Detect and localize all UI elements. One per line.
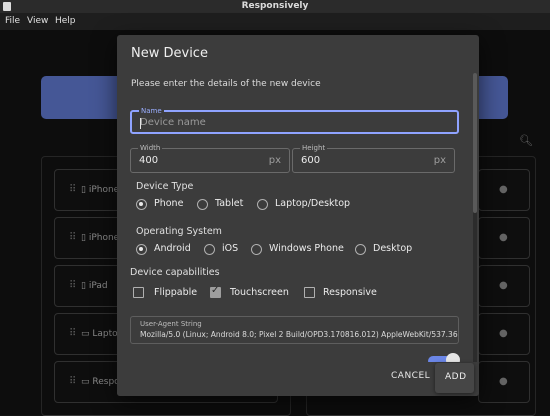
checkbox-flippable[interactable] [133, 287, 144, 298]
device-type-label: Device Type [136, 181, 194, 192]
menu-help[interactable]: Help [55, 16, 76, 26]
radio-windows-phone[interactable] [251, 244, 262, 255]
radio-laptop-desktop-label[interactable]: Laptop/Desktop [275, 198, 350, 209]
width-field[interactable]: Width 400 px [130, 143, 290, 173]
checkbox-responsive-label[interactable]: Responsive [323, 287, 377, 298]
width-value[interactable]: 400 [139, 155, 158, 166]
checkbox-touchscreen-label[interactable]: Touchscreen [230, 287, 289, 298]
operating-system-label: Operating System [136, 226, 222, 237]
user-agent-value[interactable]: Mozilla/5.0 (Linux; Android 8.0; Pixel 2… [140, 330, 458, 339]
width-unit: px [268, 155, 281, 166]
dialog-title: New Device [131, 46, 208, 61]
radio-desktop[interactable] [355, 244, 366, 255]
scrollbar-thumb[interactable] [473, 73, 477, 213]
checkbox-responsive[interactable] [304, 287, 315, 298]
menu-file[interactable]: File [5, 16, 20, 26]
new-device-dialog: New Device Please enter the details of t… [117, 35, 479, 396]
title-bar: Responsively [0, 0, 550, 13]
device-name-label: Name [139, 106, 164, 116]
dialog-subtitle: Please enter the details of the new devi… [131, 79, 321, 89]
height-field[interactable]: Height 600 px [292, 143, 455, 173]
radio-phone-label[interactable]: Phone [154, 198, 183, 209]
radio-tablet[interactable] [197, 199, 208, 210]
dialog-actions: CANCEL ADD [117, 362, 479, 396]
dialog-scrollbar[interactable] [473, 73, 477, 393]
radio-desktop-label[interactable]: Desktop [373, 243, 412, 254]
menu-bar: File View Help [0, 13, 550, 30]
add-button[interactable]: ADD [435, 363, 474, 393]
height-unit: px [433, 155, 446, 166]
menu-view[interactable]: View [27, 16, 48, 26]
device-capabilities-label: Device capabilities [130, 267, 220, 278]
checkbox-flippable-label[interactable]: Flippable [154, 287, 197, 298]
radio-ios-label[interactable]: iOS [222, 243, 238, 254]
checkbox-touchscreen[interactable] [210, 285, 221, 298]
user-agent-field[interactable]: User-Agent String Mozilla/5.0 (Linux; An… [130, 316, 459, 344]
radio-tablet-label[interactable]: Tablet [215, 198, 243, 209]
width-label: Width [138, 143, 163, 153]
user-agent-label: User-Agent String [140, 320, 202, 328]
add-button-label: ADD [445, 372, 467, 382]
cancel-button[interactable]: CANCEL [391, 371, 430, 381]
device-name-field[interactable]: Name [130, 106, 459, 134]
height-value[interactable]: 600 [301, 155, 320, 166]
radio-laptop-desktop[interactable] [257, 199, 268, 210]
device-name-input[interactable] [140, 117, 420, 128]
radio-ios[interactable] [204, 244, 215, 255]
height-label: Height [300, 143, 328, 153]
radio-android-label[interactable]: Android [154, 243, 191, 254]
radio-phone[interactable] [136, 199, 147, 210]
window-title: Responsively [241, 1, 309, 11]
radio-windows-phone-label[interactable]: Windows Phone [269, 243, 344, 254]
radio-android[interactable] [136, 244, 147, 255]
